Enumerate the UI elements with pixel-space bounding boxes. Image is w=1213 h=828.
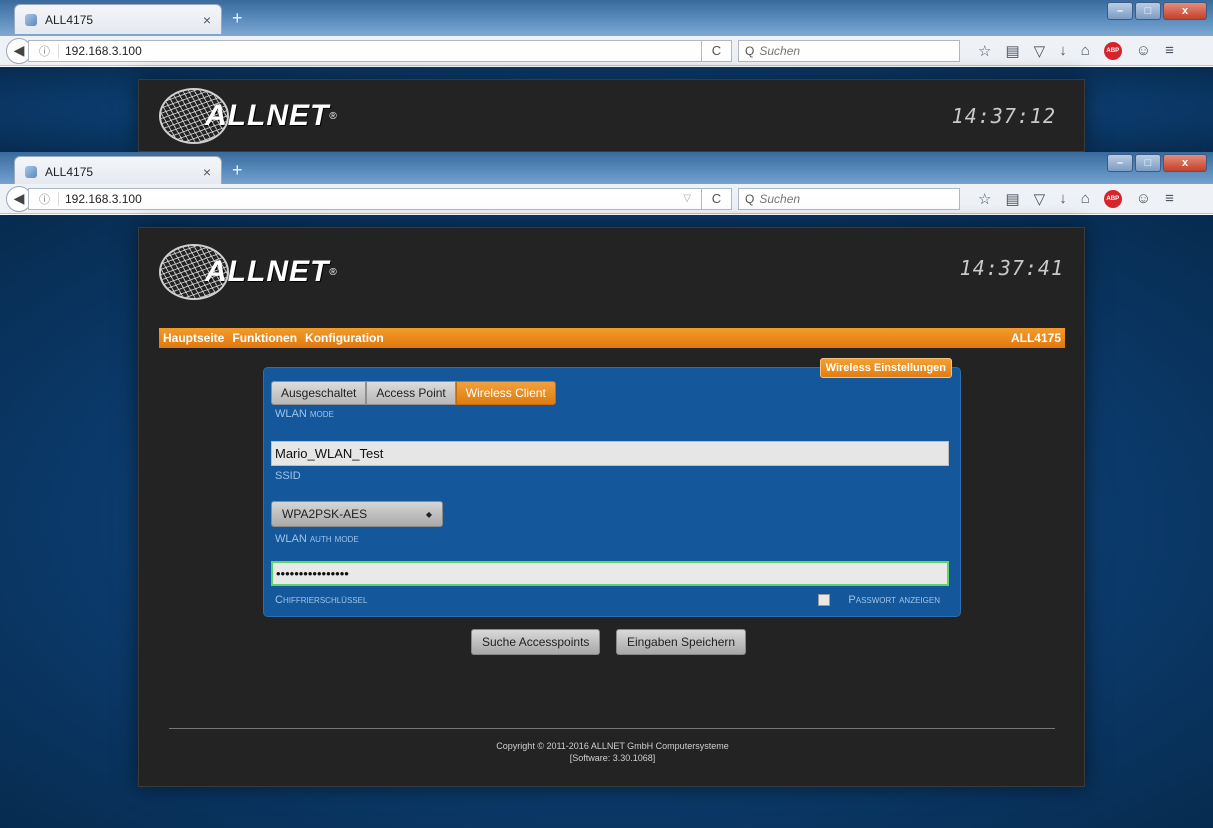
footer-divider [169,728,1055,729]
front-search-placeholder: Suchen [759,191,801,206]
url-dropdown-icon[interactable]: ▽ [683,193,691,204]
auth-mode-label: WLAN auth mode [275,533,359,545]
reading-list-icon[interactable]: ▤ [1005,42,1019,60]
info-icon[interactable]: ⓘ [39,43,50,59]
favicon-icon [25,13,37,26]
download-icon[interactable]: ↓ [1059,42,1067,59]
front-tab[interactable]: ALL4175 × [14,156,222,186]
auth-mode-value: WPA2PSK-AES [282,507,368,521]
pocket-icon[interactable]: ▽ [1034,190,1046,208]
minimize-button[interactable]: – [1107,154,1133,172]
front-navbar: ◀ ⓘ 192.168.3.100 ▽ C Q Suchen ☆ ▤ ▽ ↓ ⌂… [0,184,1213,214]
new-tab-button[interactable]: + [232,8,243,29]
home-icon[interactable]: ⌂ [1081,42,1090,59]
search-accesspoints-button[interactable]: Suche Accesspoints [471,629,601,655]
reload-icon[interactable]: C [702,187,732,210]
back-tab[interactable]: ALL4175 × [14,4,222,34]
mode-access-point-button[interactable]: Access Point [366,381,456,405]
front-window-controls: – □ x [1107,154,1207,172]
front-toolbar-icons: ☆ ▤ ▽ ↓ ⌂ ABP ☺ ≡ [978,189,1174,208]
software-version: [Software: 3.30.1068] [569,753,656,763]
clock: 14:37:41 [959,256,1064,280]
chat-icon[interactable]: ☺ [1136,190,1151,207]
back-search-input[interactable]: Q Suchen [738,39,960,62]
front-tab-strip: ALL4175 × + – □ x [0,152,1213,188]
adblock-icon[interactable]: ABP [1103,41,1122,60]
new-tab-button[interactable]: + [232,160,243,181]
router-panel: ALLNET ® 14:37:41 Hauptseite Funktionen … [138,227,1085,787]
key-input[interactable]: •••••••••••••••• [271,561,949,586]
info-icon[interactable]: ⓘ [39,191,50,207]
menu-hauptseite[interactable]: Hauptseite [163,331,224,345]
back-tab-strip: ALL4175 × + – □ x [0,0,1213,36]
menu-funktionen[interactable]: Funktionen [232,331,297,345]
maximize-button[interactable]: □ [1135,154,1161,172]
key-label: Chiffrierschlüssel [275,594,368,606]
back-clock: 14:37:12 [951,104,1056,128]
front-url-bar[interactable]: ⓘ 192.168.3.100 ▽ [28,187,702,210]
front-tab-title: ALL4175 [45,164,94,179]
maximize-button[interactable]: □ [1135,2,1161,20]
globe-icon [159,88,229,144]
front-url-text[interactable]: 192.168.3.100 [58,191,683,206]
wlan-mode-selector: Ausgeschaltet Access Point Wireless Clie… [271,381,556,405]
back-window-controls: – □ x [1107,2,1207,20]
menu-hamburger-icon[interactable]: ≡ [1165,190,1174,207]
front-search-input[interactable]: Q Suchen [738,187,960,210]
back-url-bar[interactable]: ⓘ 192.168.3.100 [28,39,702,62]
show-password-label: Passwort anzeigen [848,594,940,606]
reload-icon[interactable]: C [702,39,732,62]
adblock-icon[interactable]: ABP [1103,189,1122,208]
wlan-mode-label: WLAN mode [275,408,334,420]
menu-konfiguration[interactable]: Konfiguration [305,331,384,345]
close-tab-icon[interactable]: × [203,164,211,180]
search-icon: Q [745,43,755,58]
home-icon[interactable]: ⌂ [1081,190,1090,207]
close-window-button[interactable]: x [1163,2,1207,20]
wireless-settings-title: Wireless Einstellungen [819,358,952,378]
back-toolbar-icons: ☆ ▤ ▽ ↓ ⌂ ABP ☺ ≡ [978,41,1174,60]
bookmark-star-icon[interactable]: ☆ [978,190,991,208]
minimize-button[interactable]: – [1107,2,1133,20]
chat-icon[interactable]: ☺ [1136,42,1151,59]
menu-hamburger-icon[interactable]: ≡ [1165,42,1174,59]
back-search-placeholder: Suchen [759,43,801,58]
save-settings-button[interactable]: Eingaben Speichern [616,629,747,655]
device-name: ALL4175 [1010,331,1061,345]
back-registered-mark: ® [329,110,337,122]
ssid-label: SSID [275,470,301,482]
back-navbar: ◀ ⓘ 192.168.3.100 C Q Suchen ☆ ▤ ▽ ↓ ⌂ A… [0,36,1213,66]
back-allnet-logo: ALLNET ® [159,88,337,144]
download-icon[interactable]: ↓ [1059,190,1067,207]
copyright-text: Copyright © 2011-2016 ALLNET GmbH Comput… [496,741,729,751]
back-url-text[interactable]: 192.168.3.100 [58,43,701,58]
front-page-background: ALLNET ® 14:37:41 Hauptseite Funktionen … [0,215,1213,828]
main-menu-bar: Hauptseite Funktionen Konfiguration ALL4… [159,328,1065,348]
close-window-button[interactable]: x [1163,154,1207,172]
wireless-settings-box: Wireless Einstellungen Ausgeschaltet Acc… [263,358,961,617]
globe-icon [159,244,229,300]
back-page-background: ALLNET ® 14:37:12 [0,67,1213,152]
auth-mode-select[interactable]: WPA2PSK-AES ◆ [271,501,443,527]
show-password-checkbox[interactable] [818,594,830,606]
back-page-panel: ALLNET ® 14:37:12 [138,79,1085,152]
bookmark-star-icon[interactable]: ☆ [978,42,991,60]
ssid-input[interactable]: Mario_WLAN_Test [271,441,949,466]
back-tab-title: ALL4175 [45,12,94,27]
search-icon: Q [745,191,755,206]
mode-off-button[interactable]: Ausgeschaltet [271,381,367,405]
close-tab-icon[interactable]: × [203,12,211,28]
select-arrow-icon: ◆ [425,509,432,519]
pocket-icon[interactable]: ▽ [1034,42,1046,60]
mode-wireless-client-button[interactable]: Wireless Client [455,381,556,405]
registered-mark: ® [329,266,337,278]
allnet-logo: ALLNET ® [159,244,337,300]
reading-list-icon[interactable]: ▤ [1005,190,1019,208]
favicon-icon [25,165,37,178]
